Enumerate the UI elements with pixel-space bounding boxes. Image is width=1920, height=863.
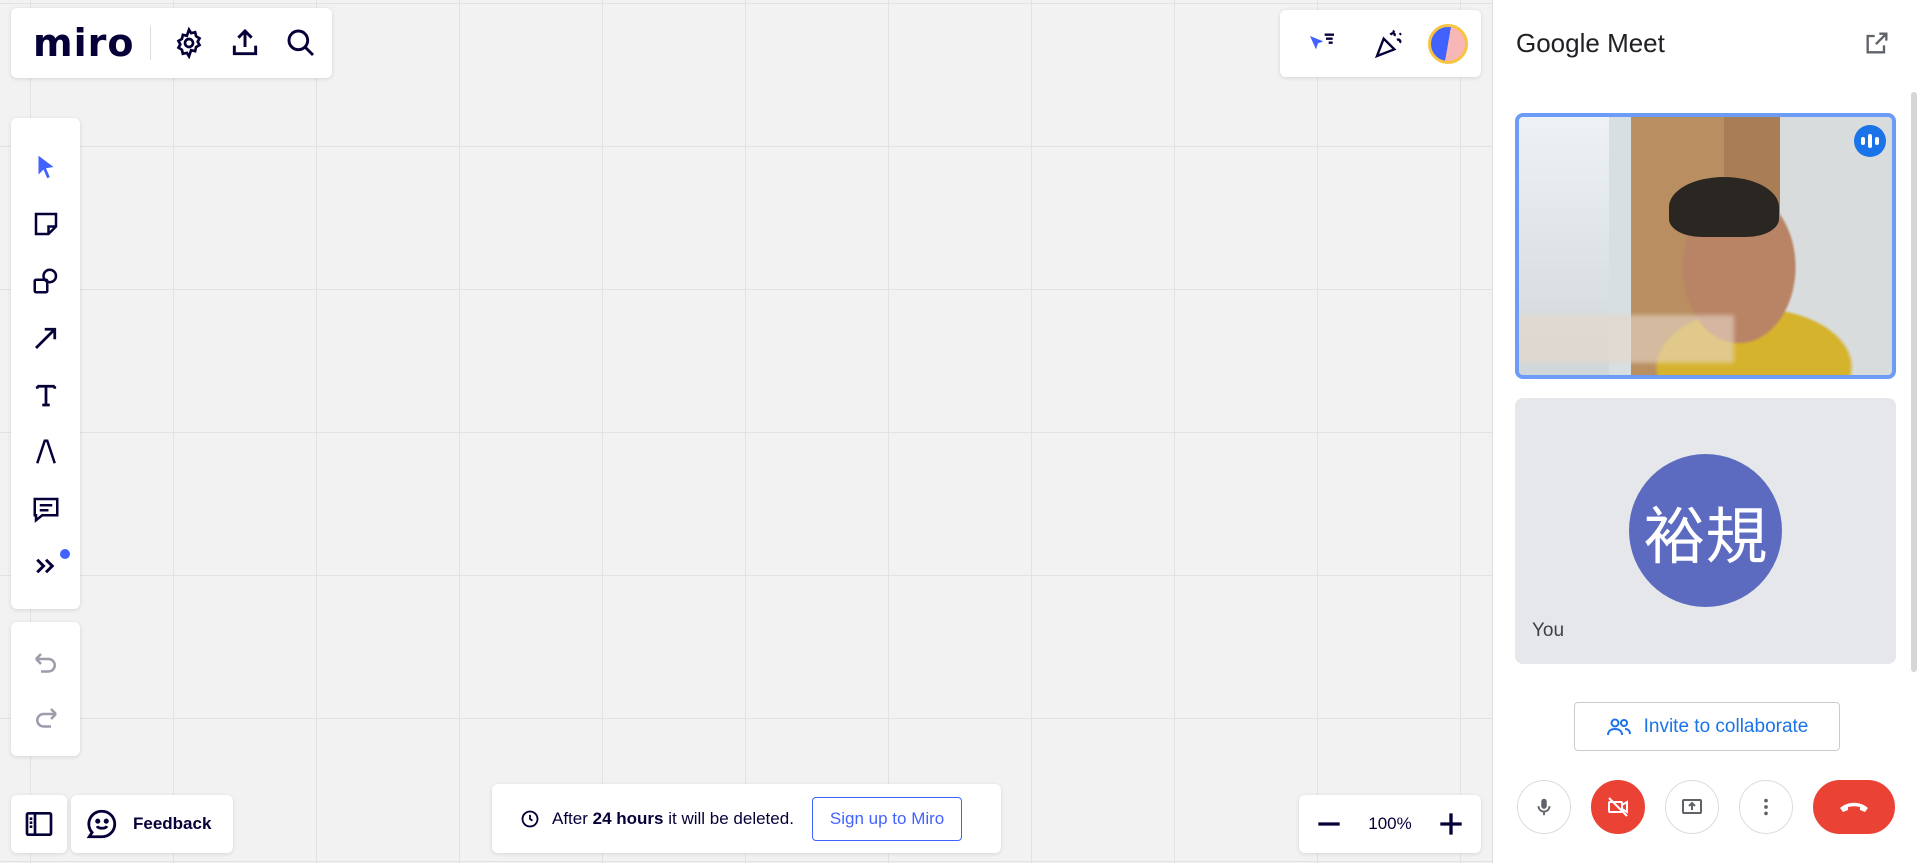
arrow-line-icon [34,327,56,349]
sidebar-panel-icon [25,812,53,836]
board-canvas[interactable] [0,0,1492,863]
call-controls [1517,780,1897,834]
shapes-tool[interactable] [21,252,71,309]
sign-up-button[interactable]: Sign up to Miro [811,796,963,841]
redo-icon [35,707,57,728]
cursor-follow-icon [1309,32,1334,49]
plus-icon [1440,813,1462,835]
notice-duration: 24 hours [592,808,664,828]
shapes-icon [33,268,57,293]
collaboration-toolbar [1280,10,1481,77]
participant-video-person [1669,177,1779,237]
connection-line-tool[interactable] [21,309,71,366]
redo-button[interactable] [21,691,71,746]
self-avatar: 裕規 [1629,454,1782,607]
google-meet-panel: Google Meet 裕規 You Invite to collaborate [1492,0,1920,863]
notification-dot [59,549,70,559]
history-toolbar [11,622,80,756]
meet-title: Google Meet [1516,28,1665,58]
microphone-button[interactable] [1517,780,1571,834]
present-screen-button[interactable] [1665,780,1719,834]
present-screen-icon [1682,799,1702,814]
more-tools-icon [35,558,54,573]
feedback-label: Feedback [133,814,212,833]
upload-icon [233,28,258,56]
text-tool[interactable] [21,366,71,423]
zoom-in-button[interactable] [1435,808,1467,840]
camera-off-icon [1608,797,1628,817]
feedback-button[interactable]: Feedback [71,795,233,853]
celebrate-button[interactable] [1361,16,1417,72]
pen-icon [35,439,56,464]
search-button[interactable] [273,15,329,71]
camera-off-button[interactable] [1591,780,1645,834]
comment-icon [33,497,58,523]
undo-icon [34,652,56,673]
leave-call-button[interactable] [1813,780,1895,834]
top-toolbar: miro [11,8,332,78]
cursor-follow-button[interactable] [1294,16,1350,72]
more-vert-icon [1764,798,1768,816]
participant-video-tile[interactable] [1515,113,1896,379]
invite-to-collaborate-button[interactable]: Invite to collaborate [1574,702,1840,751]
toolbar-divider [150,26,152,60]
more-options-button[interactable] [1739,780,1793,834]
undo-button[interactable] [21,636,71,691]
sticky-note-tool[interactable] [21,195,71,252]
invite-label: Invite to collaborate [1643,715,1809,737]
clock-icon [520,809,540,829]
minus-icon [1318,822,1340,826]
speaking-indicator-icon [1854,125,1886,157]
open-in-new-window-button[interactable] [1860,26,1894,60]
deletion-notice: After 24 hours it will be deleted. Sign … [492,784,1001,853]
zoom-controls: 100% [1299,795,1481,853]
self-label: You [1532,620,1565,641]
hang-up-icon [1840,802,1868,812]
microphone-icon [1537,798,1551,816]
comment-tool[interactable] [21,480,71,537]
sticky-note-icon [34,212,57,235]
smile-chat-icon [86,809,117,839]
notice-prefix: After [552,808,588,828]
celebrate-icon [1374,29,1402,58]
blurred-name-overlay [1519,315,1734,363]
select-tool[interactable] [21,138,71,195]
gear-icon [177,27,202,59]
user-avatar[interactable] [1427,23,1468,64]
more-tools-button[interactable] [21,537,71,594]
panel-scrollbar[interactable] [1911,92,1917,672]
boards-panel-button[interactable] [11,795,67,853]
settings-button[interactable] [161,15,217,71]
select-icon [38,155,53,178]
miro-logo[interactable]: miro [33,21,134,65]
creation-toolbar [11,118,80,609]
zoom-level[interactable]: 100% [1368,814,1411,834]
zoom-out-button[interactable] [1313,808,1345,840]
search-icon [288,29,315,57]
self-view-tile[interactable]: 裕規 You [1515,398,1896,664]
export-button[interactable] [217,15,273,71]
people-icon [1606,718,1631,735]
text-icon [35,384,56,406]
pen-tool[interactable] [21,423,71,480]
open-external-icon [1866,32,1888,54]
notice-suffix: it will be deleted. [668,808,794,828]
